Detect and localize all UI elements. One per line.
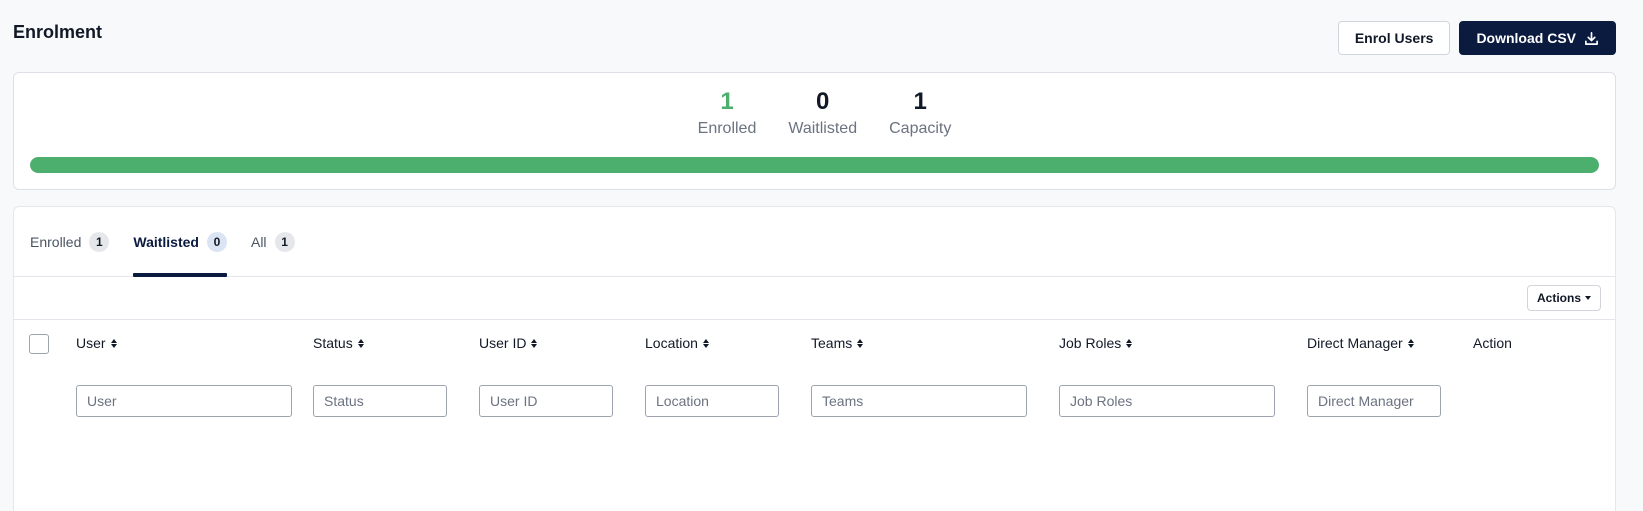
- capacity-progress-fill: [30, 157, 1599, 173]
- download-csv-button[interactable]: Download CSV: [1459, 21, 1616, 55]
- stat-capacity-label: Capacity: [889, 120, 952, 137]
- enrolment-tabs: Enrolled 1 Waitlisted 0 All 1: [14, 207, 1615, 277]
- column-user: User: [76, 335, 117, 351]
- tab-enrolled-label: Enrolled: [30, 233, 82, 250]
- location-filter-input[interactable]: [645, 385, 779, 417]
- capacity-progress-bar: [30, 157, 1599, 173]
- tab-enrolled[interactable]: Enrolled 1: [30, 207, 110, 276]
- actions-label: Actions: [1536, 291, 1581, 305]
- enrol-users-button[interactable]: Enrol Users: [1337, 21, 1451, 55]
- teams-filter-input[interactable]: [811, 385, 1027, 417]
- tab-all-label: All: [250, 233, 267, 250]
- tab-waitlisted[interactable]: Waitlisted 0: [133, 207, 227, 277]
- table-toolbar: Actions: [14, 277, 1615, 320]
- user-id-filter-input[interactable]: [479, 385, 613, 417]
- column-location: Location: [645, 335, 709, 351]
- enrolment-table-panel: Enrolled 1 Waitlisted 0 All 1 Actions Us…: [13, 206, 1616, 511]
- caret-down-icon: [1585, 296, 1591, 300]
- column-status: Status: [313, 335, 364, 351]
- tab-enrolled-count: 1: [89, 231, 110, 252]
- stat-capacity-value: 1: [913, 88, 927, 115]
- sort-icon: [702, 338, 709, 348]
- tab-all-count: 1: [274, 231, 295, 252]
- column-user-header[interactable]: User: [76, 335, 117, 351]
- stat-waitlisted-value: 0: [816, 88, 830, 115]
- column-location-label: Location: [645, 335, 698, 351]
- stats-row: 1 Enrolled 0 Waitlisted 1 Capacity: [14, 87, 1615, 139]
- stat-enrolled-label: Enrolled: [697, 120, 757, 137]
- column-action: Action: [1473, 335, 1512, 351]
- user-filter-input[interactable]: [76, 385, 292, 417]
- stat-enrolled: 1 Enrolled: [698, 87, 757, 139]
- column-job-roles: Job Roles: [1059, 335, 1133, 351]
- sort-icon: [110, 338, 117, 348]
- job-roles-filter-input[interactable]: [1059, 385, 1275, 417]
- column-user-label: User: [76, 335, 106, 351]
- column-action-label: Action: [1473, 335, 1512, 351]
- column-user-id-label: User ID: [479, 335, 527, 351]
- column-direct-manager: Direct Manager: [1307, 335, 1414, 351]
- stat-waitlisted: 0 Waitlisted: [788, 87, 857, 139]
- stat-waitlisted-label: Waitlisted: [788, 120, 858, 137]
- column-user-id-header[interactable]: User ID: [479, 335, 538, 351]
- tab-all[interactable]: All 1: [251, 207, 295, 276]
- column-job-roles-label: Job Roles: [1059, 335, 1122, 351]
- stat-capacity: 1 Capacity: [889, 87, 951, 139]
- enrolment-stats-card: 1 Enrolled 0 Waitlisted 1 Capacity: [13, 72, 1616, 190]
- sort-icon: [357, 338, 364, 348]
- column-user-id: User ID: [479, 335, 538, 351]
- download-icon: [1585, 31, 1598, 45]
- column-status-header[interactable]: Status: [313, 335, 364, 351]
- tab-waitlisted-count: 0: [206, 231, 227, 252]
- column-job-roles-header[interactable]: Job Roles: [1059, 335, 1133, 351]
- column-status-label: Status: [313, 335, 353, 351]
- sort-icon: [1126, 338, 1133, 348]
- sort-icon: [531, 338, 538, 348]
- sort-icon: [1407, 338, 1414, 348]
- direct-manager-filter-input[interactable]: [1307, 385, 1441, 417]
- status-filter-input[interactable]: [313, 385, 447, 417]
- column-teams: Teams: [811, 335, 864, 351]
- column-direct-manager-header[interactable]: Direct Manager: [1307, 335, 1414, 351]
- enrolment-page: Enrolment Enrol Users Download CSV 1 Enr…: [0, 0, 1643, 511]
- column-teams-label: Teams: [811, 335, 853, 351]
- table-header: User Status User ID: [14, 320, 1615, 430]
- column-direct-manager-label: Direct Manager: [1307, 335, 1403, 351]
- download-csv-label: Download CSV: [1476, 30, 1576, 46]
- stat-enrolled-value: 1: [720, 88, 734, 115]
- header-actions: Enrol Users Download CSV: [1337, 21, 1616, 55]
- page-title: Enrolment: [13, 22, 103, 42]
- sort-icon: [857, 338, 864, 348]
- tab-waitlisted-label: Waitlisted: [133, 233, 199, 250]
- column-location-header[interactable]: Location: [645, 335, 709, 351]
- column-teams-header[interactable]: Teams: [811, 335, 864, 351]
- select-all-checkbox[interactable]: [29, 334, 49, 354]
- actions-dropdown-button[interactable]: Actions: [1526, 285, 1601, 311]
